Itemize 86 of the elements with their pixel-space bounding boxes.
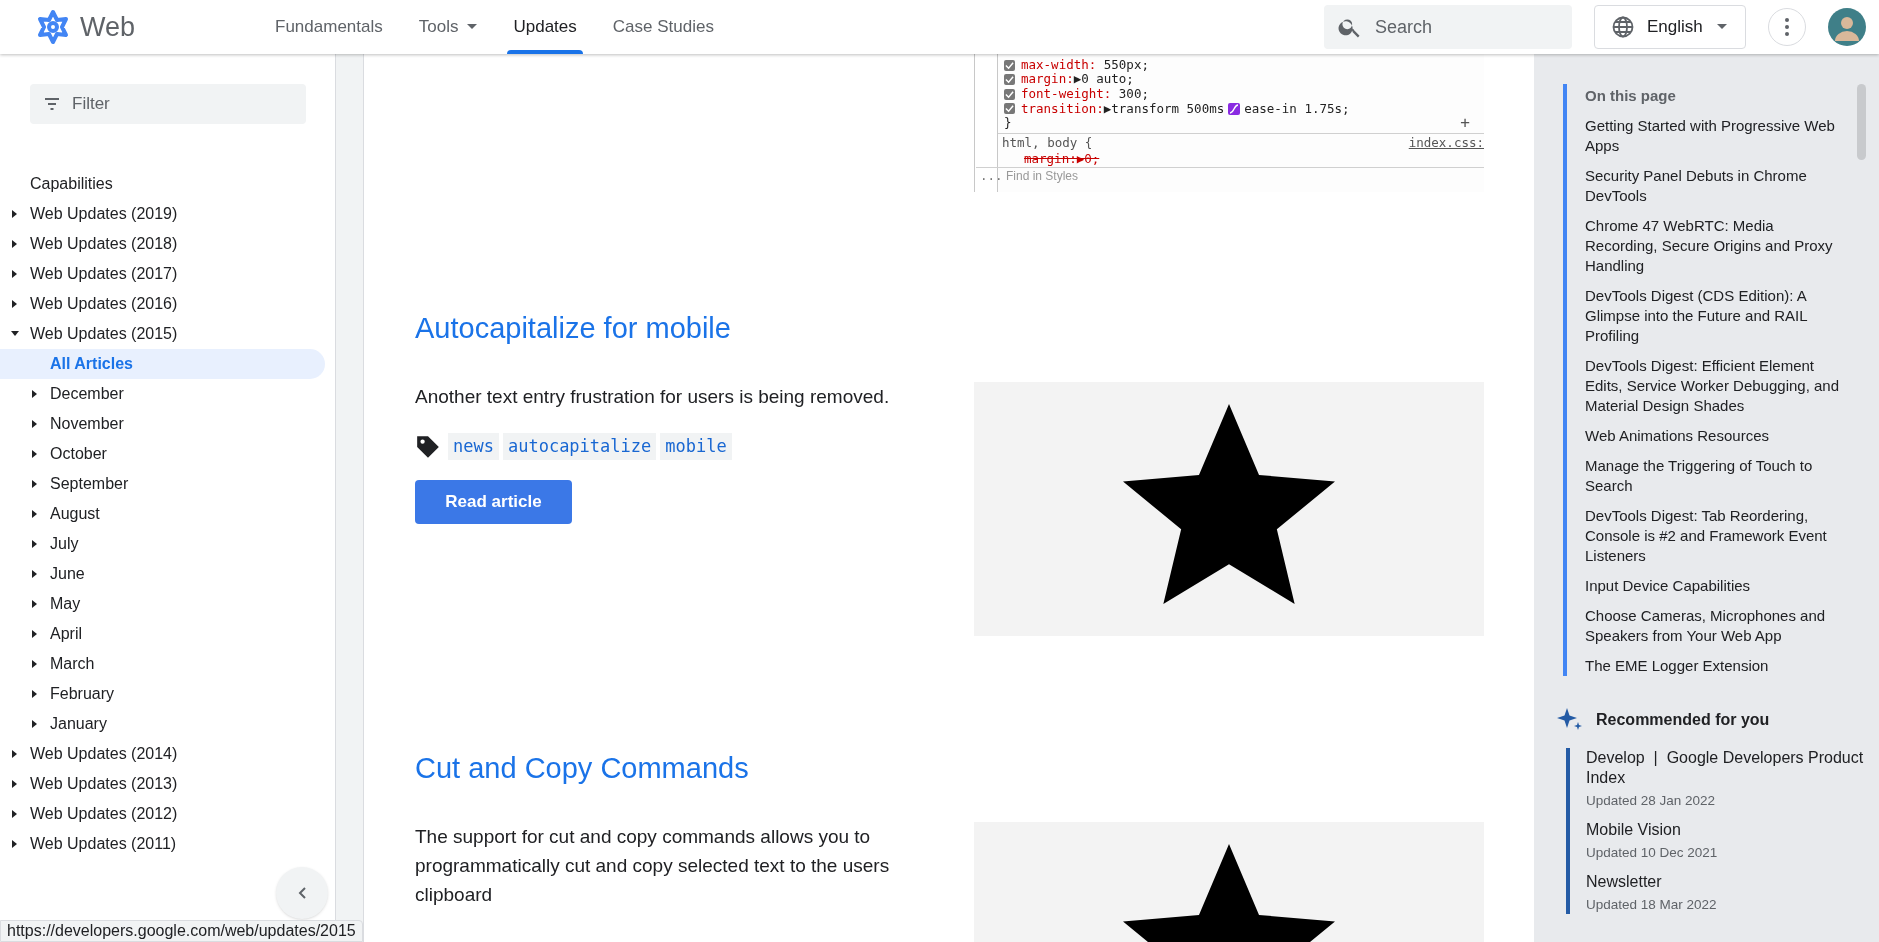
tag[interactable]: autocapitalize [502, 433, 657, 460]
toc-link[interactable]: Manage the Triggering of Touch to Search [1585, 456, 1847, 496]
sidebar-item[interactable]: Web Updates (2019) [0, 199, 335, 229]
sidebar-item[interactable]: December [0, 379, 335, 409]
article-title[interactable]: Autocapitalize for mobile [415, 310, 1534, 346]
sidebar-item[interactable]: November [0, 409, 335, 439]
updated-date: Updated 28 Jan 2022 [1586, 792, 1717, 810]
sidebar-item[interactable]: All Articles [0, 349, 325, 379]
sidebar-item[interactable]: March [0, 649, 335, 679]
nav-tab[interactable]: Case Studies [600, 0, 726, 54]
star-icon [1123, 404, 1335, 604]
sidebar-item[interactable]: Web Updates (2015) [0, 319, 335, 349]
checkbox[interactable] [1004, 103, 1015, 115]
sidebar-item[interactable]: April [0, 619, 335, 649]
tag[interactable]: news [448, 433, 499, 460]
toc-link[interactable]: DevTools Digest: Tab Reordering, Console is #2 and Framework Event Listeners [1585, 506, 1847, 566]
sidebar-item[interactable]: February [0, 679, 335, 709]
filter-icon [44, 98, 60, 110]
css-brace: } [1004, 116, 1012, 131]
sidebar-item[interactable]: June [0, 559, 335, 589]
avatar[interactable] [1828, 8, 1866, 46]
css-declaration: font-weight: 300; [1021, 86, 1149, 102]
recommended-link[interactable]: Newsletter [1586, 872, 1876, 892]
css-declaration: margin:▶0 auto; [1021, 72, 1134, 87]
sidebar-item[interactable]: Capabilities [0, 169, 335, 199]
easing-icon [1228, 102, 1241, 115]
toc-heading: On this page [1585, 86, 1677, 106]
globe-icon [1611, 15, 1635, 39]
filter-field[interactable]: Filter [30, 84, 306, 124]
css-selector: html, body { [1002, 136, 1093, 151]
toc-link[interactable]: DevTools Digest (CDS Edition): A Glimpse into the Future and RAIL Profiling [1585, 286, 1847, 346]
checkbox[interactable] [1004, 88, 1015, 100]
caret-icon [1716, 24, 1727, 30]
scrollbar[interactable] [1857, 84, 1866, 160]
more-icon [1785, 18, 1789, 36]
checkbox[interactable] [1004, 74, 1015, 86]
tag-icon [415, 433, 441, 460]
logo-icon[interactable] [35, 9, 71, 45]
recommended-heading: Recommended for you [1596, 710, 1770, 730]
css-declaration: transition:▶transform 500ms [1021, 101, 1225, 117]
add-icon[interactable]: + [1460, 116, 1470, 131]
toc-link[interactable]: Web Animations Resources [1585, 426, 1847, 446]
sidebar-item[interactable]: September [0, 469, 335, 499]
toc-link[interactable]: The EME Logger Extension [1585, 656, 1847, 676]
toc-link[interactable]: Security Panel Debuts in Chrome DevTools [1585, 166, 1847, 206]
recommended-link[interactable]: Mobile Vision [1586, 820, 1876, 840]
more-icon[interactable]: ... [980, 169, 1003, 184]
toc-link[interactable]: Choose Cameras, Microphones and Speakers from Your Web App [1585, 606, 1847, 646]
sidebar-item[interactable]: August [0, 499, 335, 529]
sidebar-item[interactable]: May [0, 589, 335, 619]
article-summary: Another text entry frustration for users is being removed. [415, 385, 891, 409]
nav-tab[interactable]: Fundamentals [263, 0, 395, 54]
checkbox[interactable] [1004, 59, 1015, 71]
sidebar-item[interactable]: Web Updates (2018) [0, 229, 335, 259]
status-url: https://developers.google.com/web/updates/2015 [0, 920, 363, 942]
toc-link[interactable]: DevTools Digest: Efficient Element Edits, Service Worker Debugging, and Material Design Shades [1585, 356, 1847, 416]
toc-link[interactable]: Input Device Capabilities [1585, 576, 1847, 596]
sidebar-item[interactable]: Web Updates (2013) [0, 769, 335, 799]
sidebar-item[interactable]: Web Updates (2017) [0, 259, 335, 289]
nav-tab[interactable]: Tools [406, 0, 490, 54]
css-declaration: max-width: 550px; [1021, 57, 1149, 73]
sidebar-item[interactable]: Web Updates (2016) [0, 289, 335, 319]
css-value: ease-in 1.75s; [1244, 101, 1350, 117]
tag[interactable]: mobile [660, 433, 732, 460]
sidebar-item[interactable]: October [0, 439, 335, 469]
css-declaration: margin:▶0; [1024, 152, 1100, 167]
sidebar-item[interactable]: Web Updates (2014) [0, 739, 335, 769]
recommended-link[interactable]: Develop | Google Developers Product Index [1586, 748, 1876, 788]
updated-date: Updated 10 Dec 2021 [1586, 844, 1719, 862]
sparkle-icon [1557, 708, 1583, 732]
toc-link[interactable]: Getting Started with Progressive Web Apps [1585, 116, 1847, 156]
toc-link[interactable]: Chrome 47 WebRTC: Media Recording, Secure Origins and Proxy Handling [1585, 216, 1847, 276]
sidebar-item[interactable]: Web Updates (2011) [0, 829, 335, 859]
nav-tab[interactable]: Updates [501, 0, 589, 54]
article-title[interactable]: Cut and Copy Commands [415, 750, 1534, 786]
site-name[interactable]: Web [80, 6, 136, 48]
sidebar-item[interactable]: July [0, 529, 335, 559]
sidebar-item[interactable]: January [0, 709, 335, 739]
article-summary: The support for cut and copy commands allows you to programmatically cut and copy selected text to the users clipboard [415, 825, 891, 907]
language-button[interactable]: English [1594, 5, 1746, 49]
sidebar-item[interactable]: Web Updates (2012) [0, 799, 335, 829]
search-field[interactable]: Search [1324, 5, 1572, 49]
read-article-button[interactable]: Read article [415, 480, 572, 524]
source-link[interactable]: index.css: [1408, 136, 1484, 151]
updated-date: Updated 18 Mar 2022 [1586, 896, 1718, 914]
chevron-left-icon [298, 887, 306, 899]
